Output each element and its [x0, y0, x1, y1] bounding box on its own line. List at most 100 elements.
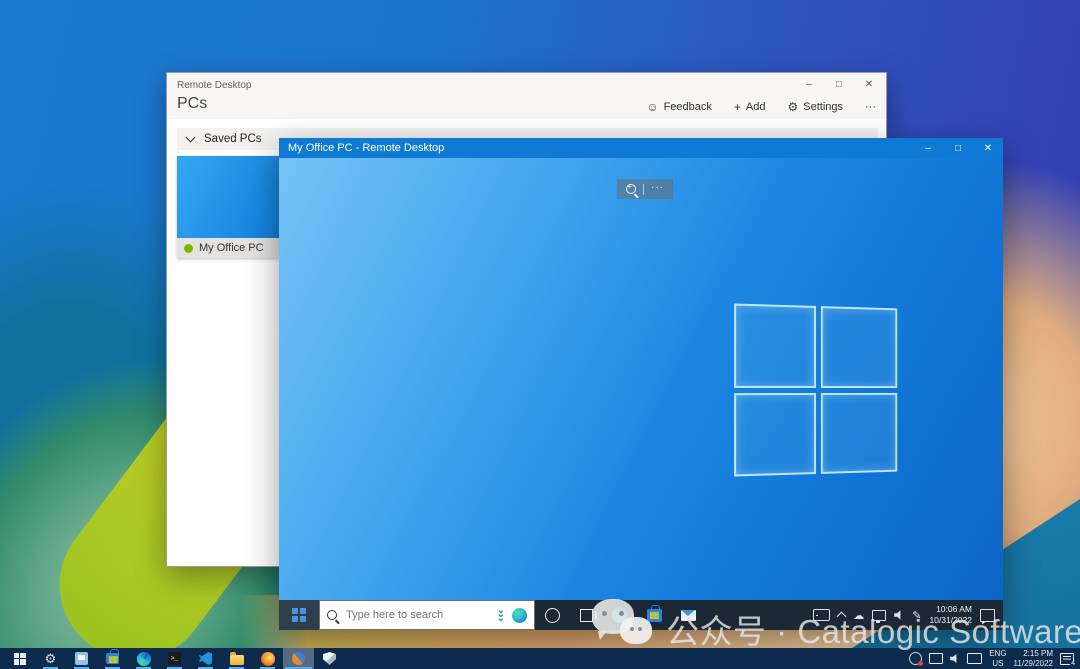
language-line1: ENG: [989, 649, 1006, 659]
cortana-button[interactable]: [535, 600, 569, 630]
vscode-button[interactable]: [190, 648, 221, 669]
snipping-tool-button[interactable]: [66, 648, 97, 669]
terminal-button[interactable]: >_: [159, 648, 190, 669]
volume-icon[interactable]: [950, 654, 960, 664]
host-date: 11/29/2022: [1014, 659, 1053, 669]
maximize-button[interactable]: □: [824, 73, 854, 95]
screen: Remote Desktop – □ ✕ PCs ☺ Feedback + Ad…: [0, 0, 1080, 669]
gear-icon: ⚙: [787, 100, 798, 114]
language-line2: US: [989, 659, 1006, 669]
terminal-icon: >_: [168, 652, 181, 665]
host-taskbar: ⚙ >_: [0, 648, 1080, 669]
display-icon[interactable]: [929, 653, 943, 664]
store-icon: [106, 653, 119, 664]
remote-desktop-area[interactable]: ··· ⌄⌄⌄: [279, 158, 1003, 630]
remote-desktop-app-button[interactable]: [283, 648, 314, 669]
edge-button[interactable]: [128, 648, 159, 669]
remote-window-title: My Office PC - Remote Desktop: [288, 142, 444, 154]
firefox-icon: [261, 652, 275, 666]
maximize-button[interactable]: □: [943, 138, 973, 158]
task-view-button[interactable]: [569, 600, 603, 630]
store-icon: [647, 609, 662, 622]
minimize-button[interactable]: –: [794, 73, 824, 95]
globe-icon: [512, 608, 527, 623]
mail-icon: [681, 610, 696, 621]
cloud-icon[interactable]: ☁: [853, 609, 864, 622]
cortana-icon: [545, 608, 560, 623]
edge-icon: [137, 652, 151, 666]
network-icon[interactable]: [872, 610, 886, 621]
pc-name: My Office PC: [199, 242, 264, 254]
remote-time: 10:06 AM: [929, 604, 972, 615]
feedback-label: Feedback: [664, 101, 712, 113]
app-window-title: Remote Desktop: [177, 80, 251, 91]
search-highlight-icon: ⌄⌄⌄: [497, 609, 505, 621]
settings-app-button[interactable]: ⚙: [35, 648, 66, 669]
feedback-smiley-icon: ☺: [646, 100, 658, 114]
edge-icon: [612, 607, 628, 623]
windows-start-icon: [292, 608, 306, 622]
minimize-button[interactable]: –: [913, 138, 943, 158]
host-system-tray: ENG US 2:15 PM 11/29/2022 4: [907, 648, 1076, 669]
add-plus-icon: +: [734, 100, 741, 114]
shield-icon: [323, 652, 336, 665]
pen-icon[interactable]: ✎: [912, 609, 921, 622]
divider: [643, 184, 644, 195]
app-window-controls: – □ ✕: [794, 73, 884, 95]
close-button[interactable]: ✕: [854, 73, 884, 95]
remote-session-window: My Office PC - Remote Desktop – □ ✕ ···: [279, 138, 1003, 630]
search-input[interactable]: [344, 608, 490, 622]
firefox-button[interactable]: [252, 648, 283, 669]
windows-start-icon: [14, 653, 26, 665]
touch-keyboard-icon[interactable]: [967, 653, 982, 664]
connection-more-button[interactable]: ···: [651, 182, 664, 193]
connection-bar: ···: [617, 179, 673, 199]
task-view-icon: [580, 609, 593, 622]
add-label: Add: [746, 101, 766, 113]
folder-icon: [230, 655, 244, 665]
action-center-icon[interactable]: [980, 609, 995, 622]
volume-icon[interactable]: [894, 610, 904, 620]
host-clock[interactable]: 2:15 PM 11/29/2022: [1014, 649, 1053, 669]
feedback-button[interactable]: ☺ Feedback: [646, 100, 712, 114]
show-hidden-icons-caret[interactable]: [837, 612, 847, 622]
online-status-dot: [184, 244, 193, 253]
page-title: PCs: [177, 95, 207, 113]
file-explorer-button[interactable]: [221, 648, 252, 669]
store-app-button[interactable]: [97, 648, 128, 669]
store-button[interactable]: [637, 600, 671, 630]
snipping-tool-icon: [75, 652, 88, 665]
remote-desktop-icon: [292, 652, 305, 665]
host-time: 2:15 PM: [1014, 649, 1053, 659]
search-icon: [327, 610, 337, 620]
settings-label: Settings: [803, 101, 843, 113]
taskbar-search-box[interactable]: ⌄⌄⌄: [319, 600, 535, 630]
remote-system-tray: ☁ ✎ 10:06 AM 10/31/2022: [805, 600, 1003, 630]
start-button[interactable]: [4, 648, 35, 669]
settings-button[interactable]: ⚙ Settings: [787, 100, 843, 114]
more-options-button[interactable]: ···: [865, 101, 876, 113]
remote-taskbar: ⌄⌄⌄ ☁ ✎ 10:06 AM 1: [279, 600, 1003, 630]
close-button[interactable]: ✕: [973, 138, 1003, 158]
notification-center-icon[interactable]: 4: [1060, 653, 1074, 665]
touch-keyboard-icon[interactable]: [813, 609, 830, 621]
app-toolbar: ☺ Feedback + Add ⚙ Settings ···: [646, 100, 876, 114]
add-button[interactable]: + Add: [734, 100, 766, 114]
vscode-icon: [199, 652, 212, 665]
mail-button[interactable]: [671, 600, 705, 630]
edge-button[interactable]: [603, 600, 637, 630]
remote-clock[interactable]: 10:06 AM 10/31/2022: [929, 604, 972, 625]
remote-title-bar[interactable]: My Office PC - Remote Desktop – □ ✕: [279, 138, 1003, 158]
zoom-icon[interactable]: [626, 184, 636, 194]
tray-record-icon[interactable]: [909, 652, 922, 665]
remote-date: 10/31/2022: [929, 615, 972, 626]
gear-icon: ⚙: [45, 652, 57, 665]
start-button[interactable]: [279, 600, 319, 630]
chevron-down-icon: [186, 133, 196, 143]
language-indicator[interactable]: ENG US: [989, 649, 1006, 669]
notification-badge: 4: [1070, 660, 1076, 667]
security-button[interactable]: [314, 648, 345, 669]
saved-pcs-label: Saved PCs: [204, 133, 262, 145]
remote-window-controls: – □ ✕: [913, 138, 1003, 158]
windows-logo: [734, 303, 897, 476]
